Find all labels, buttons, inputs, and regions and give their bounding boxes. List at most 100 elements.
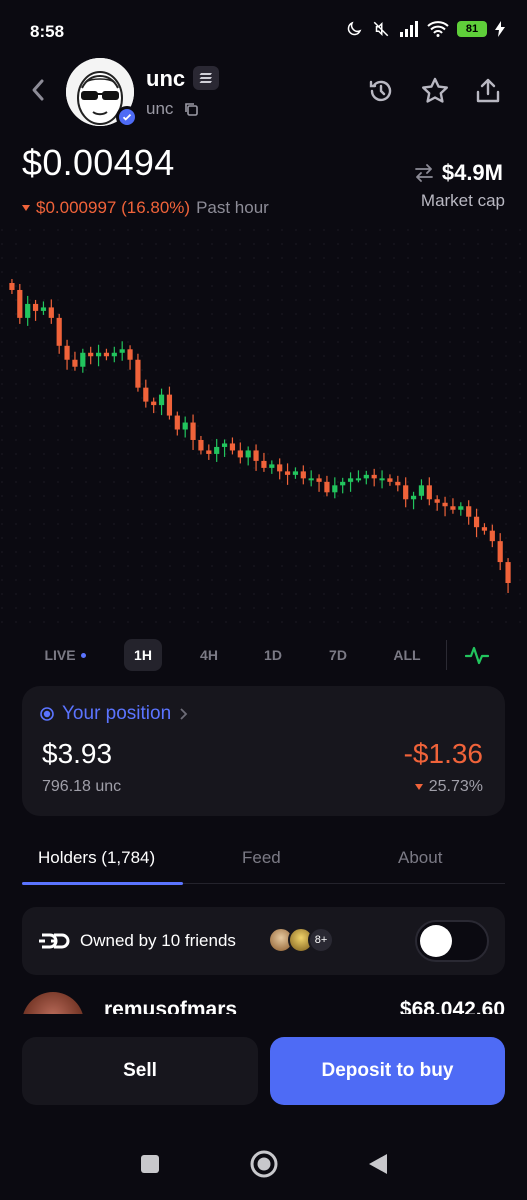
- tab-active-indicator: [22, 882, 183, 885]
- candle-down: [426, 485, 432, 500]
- position-dot-icon: [40, 707, 54, 721]
- timeframe-7d[interactable]: 7D: [319, 639, 357, 671]
- charging-icon: [495, 21, 505, 37]
- mute-icon: [373, 21, 389, 37]
- position-title: Your position: [62, 703, 172, 724]
- candle-down: [387, 478, 393, 482]
- share-button[interactable]: [471, 74, 505, 108]
- candle-down: [466, 506, 472, 517]
- tab-holders[interactable]: Holders (1,784): [38, 848, 155, 868]
- back-nav-button[interactable]: [362, 1148, 394, 1180]
- candle-down: [434, 499, 440, 503]
- candle-up: [245, 450, 251, 458]
- candle-down: [277, 464, 283, 472]
- candle-down: [190, 422, 196, 440]
- token-header: unc unc: [0, 58, 527, 128]
- price-change-row: $0.000997 (16.80%) Past hour: [22, 198, 269, 218]
- tab-feed[interactable]: Feed: [242, 848, 281, 868]
- back-button[interactable]: [24, 76, 52, 104]
- down-triangle-icon: [414, 784, 423, 790]
- recents-button[interactable]: [134, 1148, 166, 1180]
- friends-toggle[interactable]: [415, 920, 489, 962]
- market-cap-toggle[interactable]: $4.9M: [414, 160, 503, 186]
- home-button[interactable]: [248, 1148, 280, 1180]
- candle-down: [300, 471, 306, 479]
- candle-up: [40, 307, 47, 311]
- friends-label: Owned by 10 friends: [80, 931, 236, 950]
- chain-icon: [193, 66, 219, 90]
- chevron-left-icon: [32, 79, 44, 101]
- candle-down: [284, 471, 291, 475]
- system-nav-bar: [0, 1128, 527, 1200]
- copy-icon[interactable]: [183, 101, 199, 122]
- friends-more-count: 8+: [308, 927, 334, 953]
- status-time: 8:58: [30, 22, 65, 41]
- candle-up: [119, 349, 125, 353]
- candle-up: [308, 478, 314, 481]
- candle-up: [158, 394, 165, 406]
- candle-up: [410, 495, 417, 500]
- timeframe-1h[interactable]: 1H: [124, 639, 162, 671]
- star-icon: [422, 77, 448, 103]
- friend-avatars: 8+: [268, 927, 334, 953]
- chart-grid: [0, 228, 527, 628]
- deposit-to-buy-button[interactable]: Deposit to buy: [270, 1037, 505, 1105]
- candle-up: [214, 446, 220, 454]
- token-price: $0.00494: [22, 142, 175, 183]
- swap-arrows-icon: [414, 164, 433, 182]
- candle-down: [489, 530, 495, 542]
- candle-up: [418, 485, 425, 496]
- candle-up: [80, 352, 86, 367]
- status-bar: 8:58 81: [0, 0, 527, 64]
- candle-up: [355, 478, 362, 481]
- down-triangle-icon: [22, 205, 30, 211]
- position-card[interactable]: Your position $3.93 796.18 unc -$1.36 25…: [22, 686, 505, 816]
- holder-row[interactable]: remusofmars $68,042.60: [22, 992, 505, 1014]
- timeframe-divider: [446, 640, 447, 670]
- price-chart[interactable]: [0, 228, 527, 628]
- home-circle-icon: [250, 1150, 278, 1178]
- status-icons: 81: [345, 20, 505, 38]
- candle-down: [174, 415, 180, 430]
- candle-up: [25, 303, 31, 318]
- sell-button[interactable]: Sell: [22, 1037, 258, 1105]
- candle-down: [371, 474, 377, 479]
- candle-down: [9, 283, 15, 290]
- timeframe-all[interactable]: ALL: [386, 639, 428, 671]
- chart-type-button[interactable]: [460, 639, 494, 671]
- signal-icon: [400, 21, 418, 37]
- candle-down: [505, 562, 511, 583]
- moon-icon: [347, 21, 362, 36]
- timeframe-live[interactable]: LIVE: [40, 639, 90, 671]
- candle-down: [261, 460, 267, 468]
- candle-down: [143, 387, 149, 402]
- candle-down: [324, 481, 330, 493]
- position-pnl: -$1.36: [403, 738, 483, 769]
- position-title-row[interactable]: Your position: [40, 703, 189, 725]
- candle-up: [182, 422, 188, 430]
- history-button[interactable]: [364, 74, 398, 108]
- candle-down: [206, 450, 212, 454]
- candle-down: [198, 439, 204, 451]
- timeframe-1d[interactable]: 1D: [254, 639, 292, 671]
- history-icon: [369, 80, 392, 102]
- candle-down: [497, 541, 503, 563]
- market-cap-value: $4.9M: [441, 160, 503, 185]
- chevron-right-icon: [180, 708, 188, 720]
- timeframe-selector: LIVE 1H 4H 1D 7D ALL: [0, 636, 527, 676]
- wifi-icon: [427, 21, 449, 37]
- candle-up: [292, 471, 299, 475]
- tab-about[interactable]: About: [398, 848, 442, 868]
- timeframe-4h[interactable]: 4H: [190, 639, 228, 671]
- candle-up: [340, 481, 346, 486]
- tab-bar: Holders (1,784) Feed About: [22, 842, 505, 886]
- favorite-button[interactable]: [418, 74, 452, 108]
- position-value: $3.93: [42, 738, 113, 769]
- position-pnl-percent: 25.73%: [428, 778, 483, 795]
- toggle-knob: [420, 925, 452, 957]
- line-chart-icon: [465, 646, 489, 665]
- live-dot-icon: [80, 652, 86, 658]
- action-bar: Sell Deposit to buy: [0, 1020, 527, 1120]
- candle-down: [166, 394, 173, 416]
- holder-amount: $68,042.60: [399, 998, 505, 1014]
